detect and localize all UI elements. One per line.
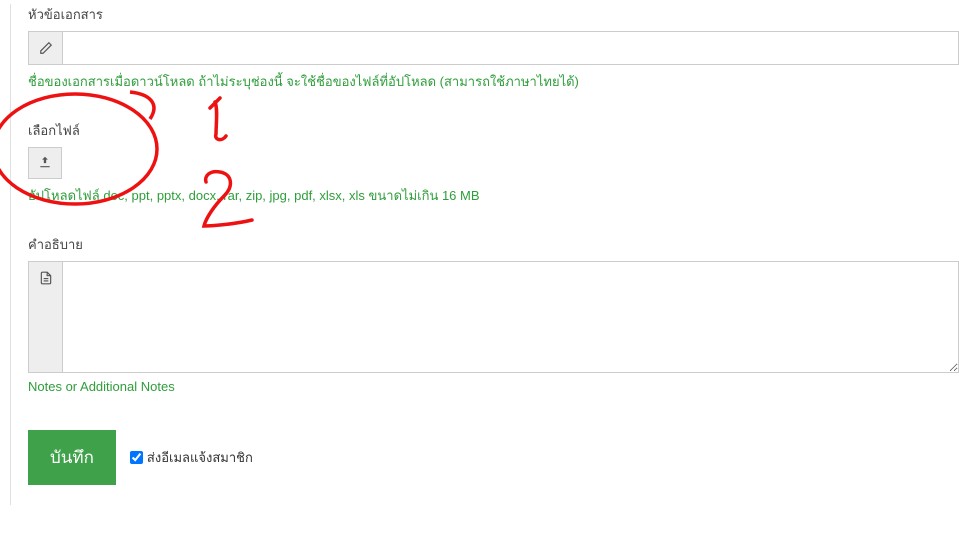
pencil-icon <box>29 32 63 64</box>
save-button[interactable]: บันทึก <box>28 430 116 485</box>
description-textarea[interactable] <box>63 262 958 372</box>
description-notes: Notes or Additional Notes <box>28 379 959 394</box>
notify-label: ส่งอีเมลแจ้งสมาชิก <box>147 447 253 468</box>
title-section: หัวข้อเอกสาร ชื่อของเอกสารเมื่อดาวน์โหลด… <box>28 4 959 92</box>
upload-button[interactable] <box>28 147 62 179</box>
upload-icon <box>38 155 52 172</box>
left-divider <box>10 4 11 505</box>
title-input[interactable] <box>63 32 958 64</box>
file-section: เลือกไฟล์ อัปโหลดไฟล์ doc, ppt, pptx, do… <box>28 120 959 206</box>
title-input-group <box>28 31 959 65</box>
document-icon <box>29 262 63 372</box>
description-group <box>28 261 959 373</box>
notify-checkbox-wrap[interactable]: ส่งอีเมลแจ้งสมาชิก <box>130 447 253 468</box>
action-row: บันทึก ส่งอีเมลแจ้งสมาชิก <box>28 430 959 485</box>
title-help: ชื่อของเอกสารเมื่อดาวน์โหลด ถ้าไม่ระบุช่… <box>28 71 959 92</box>
description-section: คำอธิบาย Notes or Additional Notes <box>28 234 959 394</box>
description-label: คำอธิบาย <box>28 234 959 255</box>
title-label: หัวข้อเอกสาร <box>28 4 959 25</box>
notify-checkbox[interactable] <box>130 451 143 464</box>
file-label: เลือกไฟล์ <box>28 120 959 141</box>
file-help: อัปโหลดไฟล์ doc, ppt, pptx, docx, rar, z… <box>28 185 959 206</box>
